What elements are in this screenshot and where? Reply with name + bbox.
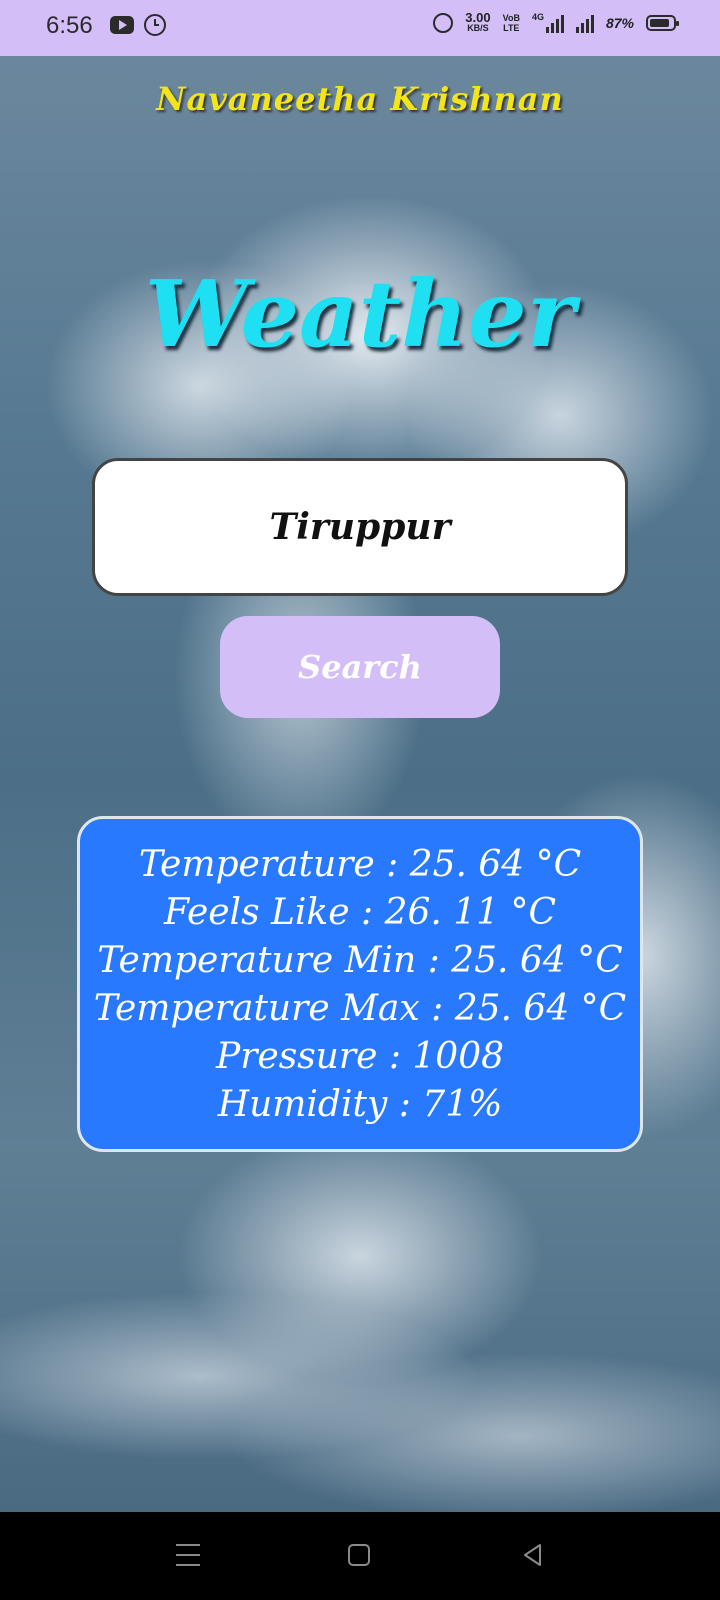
back-icon[interactable]: [520, 1542, 546, 1568]
temperature-max-text: Temperature Max : 25. 64 °C: [93, 988, 627, 1029]
menu-icon[interactable]: [176, 1544, 200, 1566]
feels-like-text: Feels Like : 26. 11 °C: [163, 892, 557, 933]
volte-top: VoB: [502, 13, 520, 23]
notification-icons: [110, 14, 166, 36]
temperature-min-text: Temperature Min : 25. 64 °C: [97, 940, 623, 981]
pressure-text: Pressure : 1008: [215, 1036, 505, 1077]
network-speed: 3.00 KB/S: [465, 10, 491, 34]
volte-bottom: LTE: [503, 23, 520, 33]
weather-result-card: Temperature : 25. 64 °C Feels Like : 26.…: [77, 816, 643, 1152]
temperature-text: Temperature : 25. 64 °C: [138, 844, 582, 885]
system-icons: 3.00 KB/S VoB LTE 4G 87%: [433, 10, 679, 34]
alarm-icon: [433, 13, 454, 33]
signal-icon: [575, 13, 594, 33]
battery-fill: [650, 19, 670, 27]
battery-percent: 87%: [605, 15, 634, 31]
city-search-input[interactable]: [92, 458, 628, 596]
app-title: Weather: [144, 260, 576, 368]
alarm-icon: [144, 14, 166, 36]
youtube-icon: [110, 16, 134, 34]
volte-indicator: VoB LTE: [503, 13, 520, 33]
navigation-bar: [0, 1512, 720, 1600]
signal-icon: [545, 13, 564, 33]
humidity-text: Humidity : 71%: [217, 1084, 503, 1125]
network-type: 4G: [531, 12, 544, 22]
author-name: Navaneetha Krishnan: [156, 80, 564, 118]
network-speed-unit: KB/S: [467, 23, 489, 33]
home-icon[interactable]: [348, 1544, 370, 1566]
battery-icon: [646, 15, 679, 31]
phone-screen: 6:56 3.00 KB/S VoB LTE 4G 87% Navaneetha…: [0, 0, 720, 1600]
status-time: 6:56: [46, 12, 93, 39]
network-speed-value: 3.00: [465, 10, 491, 25]
search-button[interactable]: Search: [220, 616, 500, 718]
status-bar: 6:56 3.00 KB/S VoB LTE 4G 87%: [0, 0, 720, 56]
